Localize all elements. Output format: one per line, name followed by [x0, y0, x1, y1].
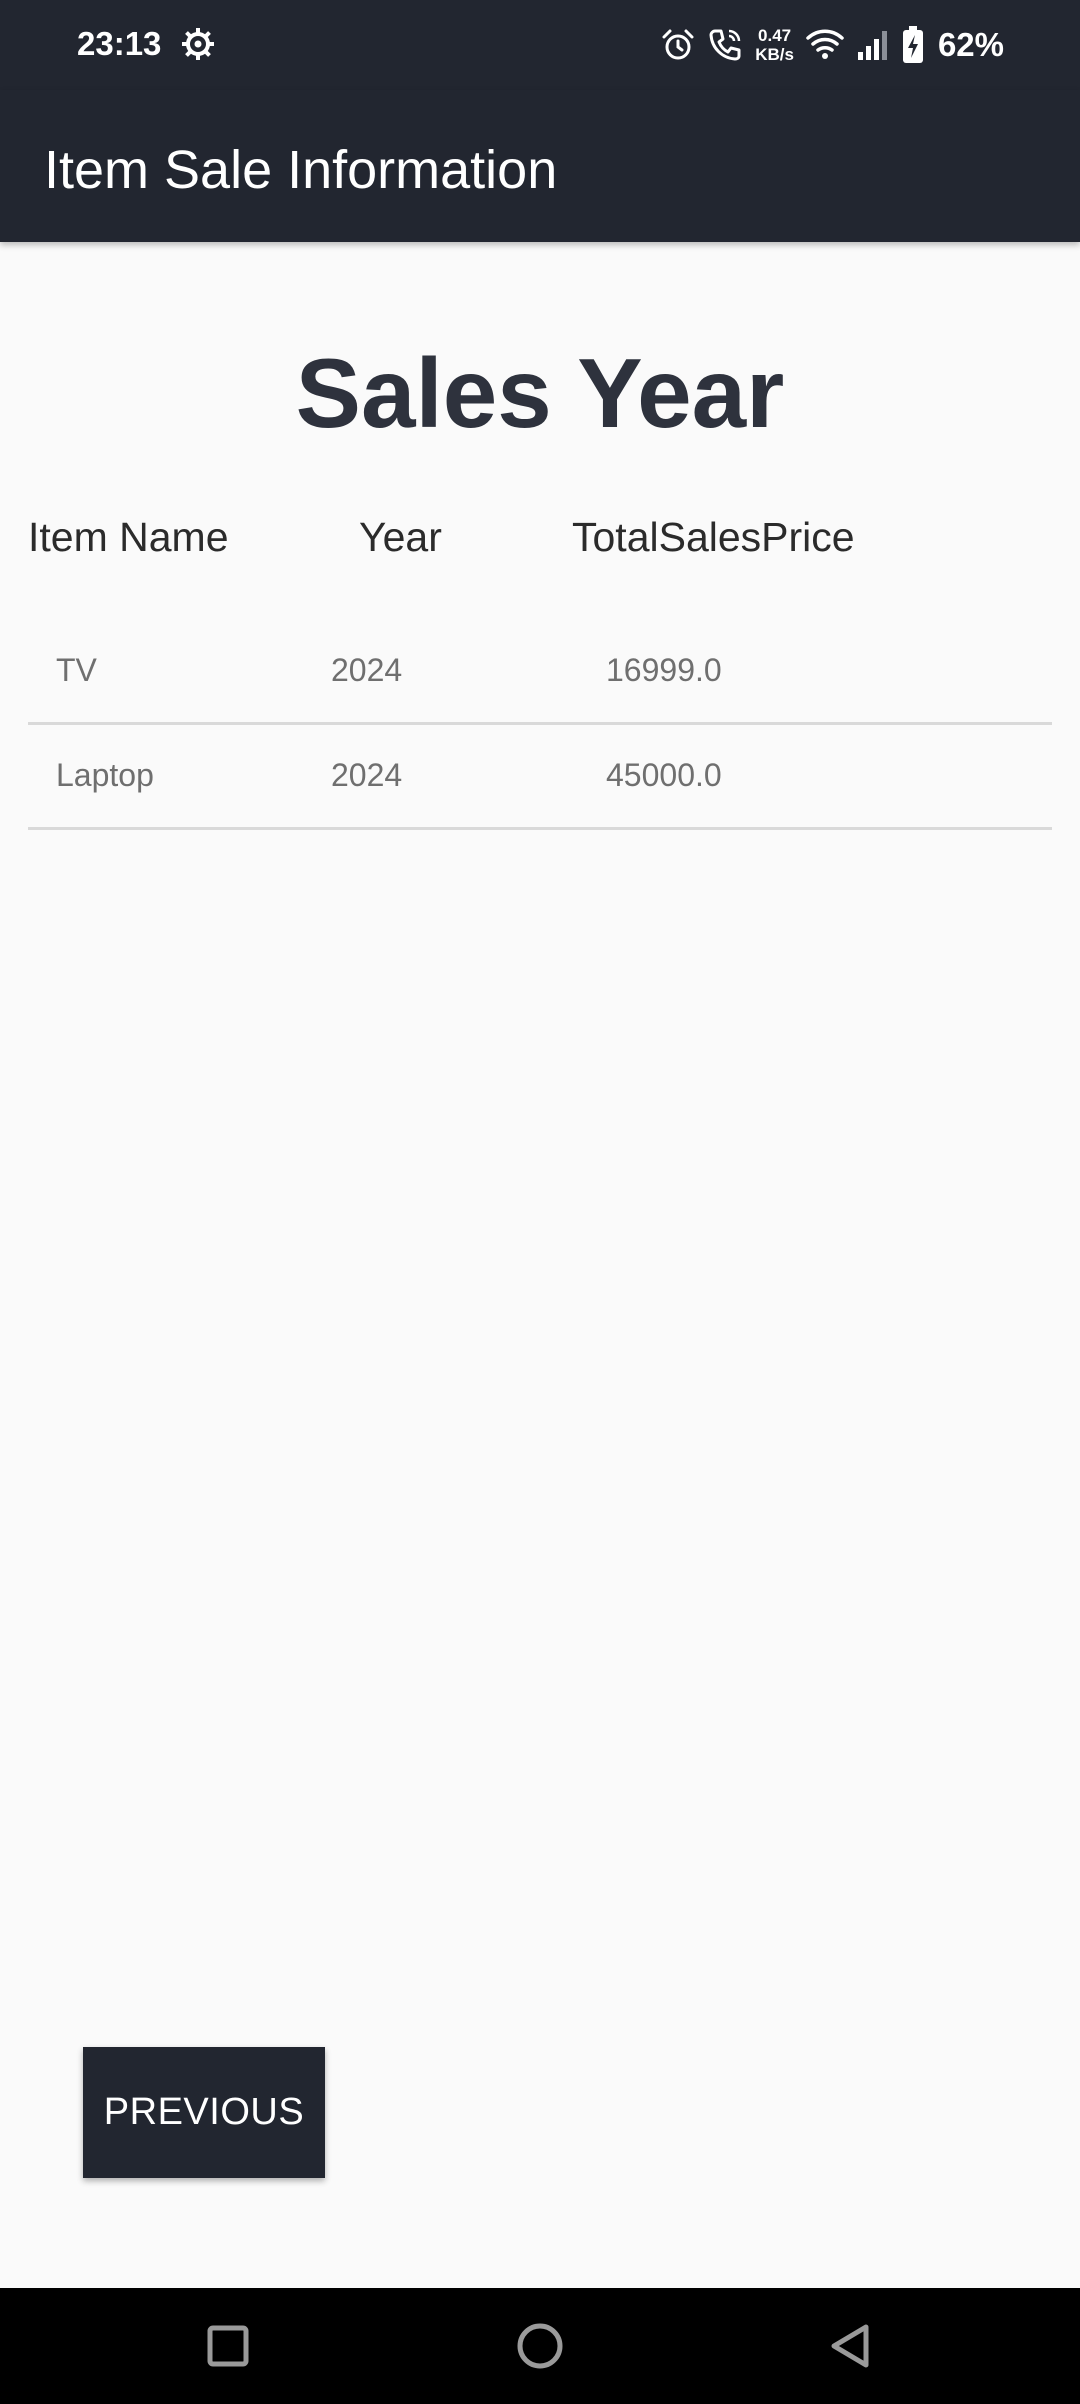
net-speed: 0.47 KB/s: [755, 26, 794, 64]
cell-total-sales-price: 16999.0: [606, 652, 722, 688]
column-header-total-sales-price: TotalSalesPrice: [572, 514, 855, 560]
sales-table: TV 2024 16999.0 Laptop 2024 45000.0: [28, 620, 1052, 830]
app-title: Item Sale Information: [44, 140, 558, 200]
alarm-icon: [661, 28, 695, 62]
cell-item-name: TV: [56, 652, 97, 688]
cell-year: 2024: [331, 757, 403, 793]
settings-icon: [180, 26, 216, 62]
status-icons: 0.47 KB/s 62%: [661, 22, 1004, 68]
navigation-bar: [0, 2288, 1080, 2404]
status-bar: 23:13 0.47 KB/s 62%: [0, 0, 1080, 90]
previous-button[interactable]: PREVIOUS: [83, 2047, 325, 2178]
cell-year: 2024: [331, 652, 403, 688]
cell-total-sales-price: 45000.0: [606, 757, 722, 793]
wifi-icon: [806, 28, 844, 62]
home-icon[interactable]: [505, 2311, 575, 2381]
column-header-year: Year: [359, 514, 442, 560]
recent-apps-icon[interactable]: [193, 2311, 263, 2381]
cell-item-name: Laptop: [56, 757, 154, 793]
battery-charging-icon: [902, 26, 924, 64]
signal-icon: [856, 28, 890, 62]
battery-percentage: 62%: [937, 26, 1004, 63]
net-speed-value: 0.47: [758, 26, 792, 45]
status-time: 23:13: [77, 25, 162, 62]
table-row: Laptop 2024 45000.0: [28, 725, 1052, 830]
column-header-item-name: Item Name: [28, 514, 229, 560]
table-row: TV 2024 16999.0: [28, 620, 1052, 725]
page-heading: Sales Year: [295, 338, 785, 448]
call-icon: [707, 27, 743, 63]
net-speed-unit: KB/s: [755, 45, 794, 64]
back-icon[interactable]: [816, 2311, 886, 2381]
app-bar: Item Sale Information: [0, 90, 1080, 242]
